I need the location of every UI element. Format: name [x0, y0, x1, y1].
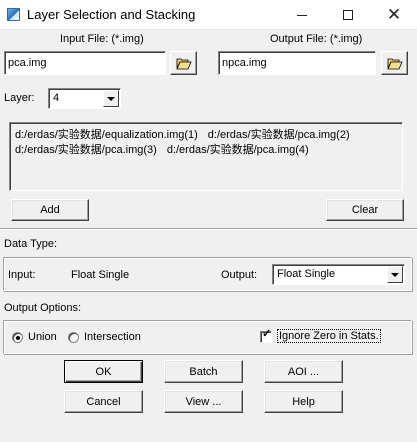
aoi-button[interactable]: AOI ... — [264, 360, 343, 383]
chevron-down-icon — [391, 272, 399, 277]
output-type-dropdown-button[interactable] — [387, 266, 403, 283]
output-file-browse-button[interactable] — [381, 51, 408, 75]
layer-entry: d:/erdas/实验数据/pca.img(2) — [207, 129, 350, 141]
layer-dropdown-button[interactable] — [103, 90, 119, 107]
output-file-label: Output File: (*.img) — [270, 33, 363, 45]
layer-select-value: 4 — [53, 92, 60, 104]
input-file-field[interactable] — [4, 51, 166, 75]
ok-button[interactable]: OK — [64, 360, 143, 383]
maximize-button[interactable] — [325, 0, 371, 29]
layer-select[interactable]: 4 — [48, 88, 121, 109]
input-type-value: Float Single — [71, 269, 130, 281]
intersection-label[interactable]: Intersection — [84, 331, 141, 343]
layer-entry: d:/erdas/实验数据/pca.img(4) — [166, 144, 309, 156]
union-label[interactable]: Union — [28, 331, 57, 343]
view-button[interactable]: View ... — [164, 390, 243, 413]
data-type-label: Data Type: — [4, 238, 57, 250]
layer-entry: d:/erdas/实验数据/pca.img(3) — [15, 144, 157, 156]
ignore-zero-checkbox[interactable]: ✓ — [260, 328, 272, 343]
output-options-label: Output Options: — [4, 302, 82, 314]
clear-button[interactable]: Clear — [326, 199, 404, 221]
layer-list[interactable]: d:/erdas/实验数据/equalization.img(1) d:/erda… — [9, 122, 403, 191]
list-item: d:/erdas/实验数据/equalization.img(1) d:/erda… — [15, 128, 397, 143]
output-type-label: Output: — [221, 269, 258, 281]
minimize-button[interactable] — [279, 0, 325, 29]
layer-entry: d:/erdas/实验数据/equalization.img(1) — [15, 129, 198, 141]
output-type-select[interactable]: Float Single — [272, 264, 405, 285]
batch-button[interactable]: Batch — [164, 360, 243, 383]
add-button[interactable]: Add — [11, 199, 89, 221]
union-radio[interactable] — [12, 332, 23, 343]
input-file-label: Input File: (*.img) — [60, 33, 144, 45]
help-button[interactable]: Help — [264, 390, 343, 413]
minimize-icon — [297, 15, 307, 16]
checkmark-icon: ✓ — [262, 328, 272, 340]
close-button[interactable]: ✕ — [371, 0, 417, 29]
list-item: d:/erdas/实验数据/pca.img(3) d:/erdas/实验数据/pc… — [15, 143, 397, 158]
title-bar: Layer Selection and Stacking ✕ — [0, 0, 417, 30]
input-file-browse-button[interactable] — [170, 51, 197, 75]
intersection-radio[interactable] — [68, 332, 79, 343]
output-type-value: Float Single — [277, 268, 336, 280]
input-type-label: Input: — [8, 269, 36, 281]
folder-open-icon — [175, 58, 192, 69]
erdas-app-icon — [7, 8, 20, 21]
close-icon: ✕ — [386, 5, 402, 24]
window-title: Layer Selection and Stacking — [27, 7, 196, 22]
output-file-field[interactable] — [218, 51, 376, 75]
ignore-zero-label[interactable]: Ignore Zero in Stats. — [277, 329, 381, 343]
layer-label: Layer: — [4, 92, 35, 104]
separator — [0, 228, 417, 230]
maximize-icon — [343, 9, 353, 20]
folder-open-icon — [386, 58, 403, 69]
cancel-button[interactable]: Cancel — [64, 390, 143, 413]
chevron-down-icon — [107, 96, 115, 101]
ignore-zero-text: Ignore Zero in Stats. — [277, 329, 381, 343]
